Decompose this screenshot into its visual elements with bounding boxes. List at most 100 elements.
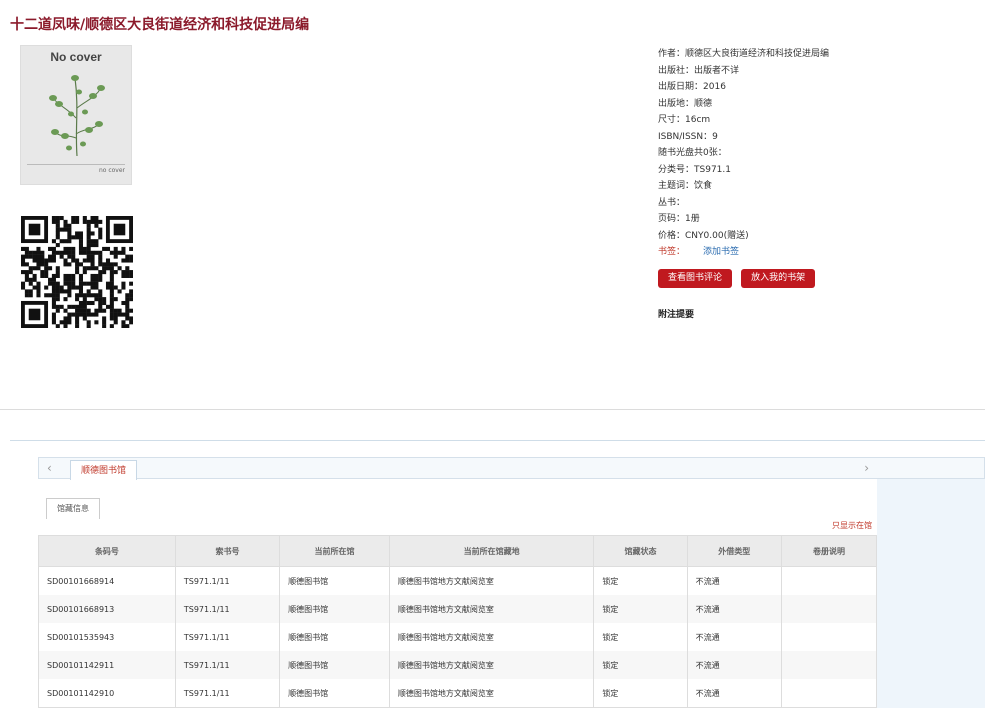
table-cell: 顺德图书馆 xyxy=(279,623,390,651)
column-header: 卷册说明 xyxy=(780,535,878,567)
table-cell: SD00101668913 xyxy=(38,595,176,623)
action-buttons: 查看图书评论 放入我的书架 xyxy=(658,265,819,288)
table-cell xyxy=(781,623,878,651)
bookmark-row: 书签： 添加书签 xyxy=(658,244,829,261)
table-cell: SD00101142910 xyxy=(38,679,176,708)
table-cell: 顺德图书馆 xyxy=(279,566,390,595)
table-cell: 顺德图书馆地方文献阅览室 xyxy=(389,566,595,595)
info-row: 尺寸：16cm xyxy=(658,112,829,129)
book-info: 作者：顺德区大良街道经济和科技促进局编 出版社：出版者不详 出版日期：2016 出版地… xyxy=(658,46,829,261)
table-cell: 不流通 xyxy=(687,623,782,651)
column-header: 条码号 xyxy=(38,535,176,567)
table-cell: 锁定 xyxy=(593,679,688,708)
info-label: 页码： xyxy=(658,214,686,224)
table-cell: 顺德图书馆地方文献阅览室 xyxy=(389,651,595,679)
panel-background xyxy=(877,479,985,708)
column-header: 当前所在馆 xyxy=(279,535,390,567)
bookmark-label: 书签： xyxy=(658,247,686,257)
table-cell: TS971.1/11 xyxy=(175,651,281,679)
info-row: 页码：1册 xyxy=(658,211,829,228)
info-value: 16cm xyxy=(685,115,711,125)
info-value: 饮食 xyxy=(694,181,713,191)
column-header: 索书号 xyxy=(174,535,281,567)
review-button[interactable]: 查看图书评论 xyxy=(658,269,733,288)
cover-text: No cover xyxy=(50,50,102,64)
table-row: SD00101142910 TS971.1/11 顺德图书馆 顺德图书馆地方文献阅览室… xyxy=(38,679,878,708)
table-cell: 顺德图书馆地方文献阅览室 xyxy=(389,679,595,708)
table-cell: TS971.1/11 xyxy=(175,595,281,623)
tab-holdings-info[interactable]: 馆藏信息 xyxy=(46,498,100,519)
column-header: 外借类型 xyxy=(686,535,782,567)
chevron-right-icon[interactable]: › xyxy=(864,461,869,475)
table-row: SD00101668914 TS971.1/11 顺德图书馆 顺德图书馆地方文献阅览室… xyxy=(38,566,878,595)
info-value: 顺德 xyxy=(694,98,713,109)
info-label: 分类号： xyxy=(658,164,695,175)
divider xyxy=(10,440,985,441)
table-cell: SD00101535943 xyxy=(38,623,176,651)
book-cover: No cover no cover xyxy=(20,45,132,185)
notes-heading: 附注提要 xyxy=(658,310,695,320)
cover-caption: no cover xyxy=(98,167,125,174)
info-value: 1册 xyxy=(685,214,700,224)
table-cell xyxy=(781,679,878,708)
info-label: 出版社： xyxy=(658,65,695,76)
info-label: 出版地： xyxy=(658,98,695,109)
info-label: 随书光盘共0张： xyxy=(658,148,727,158)
table-cell: 锁定 xyxy=(593,623,688,651)
divider xyxy=(0,409,985,410)
table-cell: SD00101668914 xyxy=(38,566,176,595)
info-label: 主题词： xyxy=(658,181,695,191)
info-row: 主题词：饮食 xyxy=(658,178,829,195)
table-row: SD00101142911 TS971.1/11 顺德图书馆 顺德图书馆地方文献阅览室… xyxy=(38,651,878,679)
chevron-left-icon[interactable]: ‹ xyxy=(47,461,52,475)
info-value: CNY0.00(赠送) xyxy=(685,230,749,241)
table-cell: TS971.1/11 xyxy=(175,623,281,651)
info-value: 2016 xyxy=(703,82,726,92)
table-cell: 不流通 xyxy=(687,595,782,623)
qr-code xyxy=(21,216,133,328)
table-cell xyxy=(781,595,878,623)
table-cell xyxy=(781,566,878,595)
info-label: 作者： xyxy=(658,49,686,59)
add-bookmark-link[interactable]: 添加书签 xyxy=(703,247,739,257)
info-row: ISBN/ISSN：9 xyxy=(658,129,829,146)
table-cell: 顺德图书馆 xyxy=(279,595,390,623)
info-row: 出版日期：2016 xyxy=(658,79,829,96)
table-cell: 不流通 xyxy=(687,679,782,708)
info-label: 价格： xyxy=(658,230,686,241)
column-header: 馆藏状态 xyxy=(593,535,688,567)
table-cell: 顺德图书馆 xyxy=(279,651,390,679)
table-cell: 锁定 xyxy=(593,566,688,595)
info-value: 顺德区大良街道经济和科技促进局编 xyxy=(685,49,830,59)
table-cell: 顺德图书馆地方文献阅览室 xyxy=(389,595,595,623)
info-row: 出版社：出版者不详 xyxy=(658,63,829,80)
holdings-table: 条码号 索书号 当前所在馆 当前所在馆藏地 馆藏状态 外借类型 卷册说明 SD0010166… xyxy=(38,535,878,708)
table-cell: TS971.1/11 xyxy=(175,566,281,595)
info-value: TS971.1 xyxy=(694,164,731,175)
plant-illustration xyxy=(49,75,105,157)
column-header: 当前所在馆藏地 xyxy=(388,535,595,567)
info-row: 出版地：顺德 xyxy=(658,96,829,113)
table-cell: 顺德图书馆地方文献阅览室 xyxy=(389,623,595,651)
info-label: 丛书： xyxy=(658,197,686,208)
table-cell: 锁定 xyxy=(593,651,688,679)
library-tabbar: ‹ 顺德图书馆 › xyxy=(38,457,985,480)
info-label: 尺寸： xyxy=(658,115,686,125)
info-row: 随书光盘共0张： xyxy=(658,145,829,162)
page-title: 十二道凤味/顺德区大良街道经济和科技促进局编 xyxy=(10,17,310,33)
table-cell: SD00101142911 xyxy=(38,651,176,679)
table-cell: 锁定 xyxy=(593,595,688,623)
info-row: 作者：顺德区大良街道经济和科技促进局编 xyxy=(658,46,829,63)
info-row: 分类号：TS971.1 xyxy=(658,162,829,179)
only-in-library-link[interactable]: 只显示在馆 xyxy=(832,520,872,531)
tab-library[interactable]: 顺德图书馆 xyxy=(70,460,138,480)
info-value: 出版者不详 xyxy=(694,65,740,76)
info-value: 9 xyxy=(712,131,718,142)
table-row: SD00101535943 TS971.1/11 顺德图书馆 顺德图书馆地方文献阅览室… xyxy=(38,623,878,651)
table-row: SD00101668913 TS971.1/11 顺德图书馆 顺德图书馆地方文献阅览室… xyxy=(38,595,878,623)
info-row: 丛书： xyxy=(658,195,829,212)
table-cell: TS971.1/11 xyxy=(175,679,281,708)
add-to-shelf-button[interactable]: 放入我的书架 xyxy=(741,269,816,288)
table-cell: 顺德图书馆 xyxy=(279,679,390,708)
table-cell xyxy=(781,651,878,679)
